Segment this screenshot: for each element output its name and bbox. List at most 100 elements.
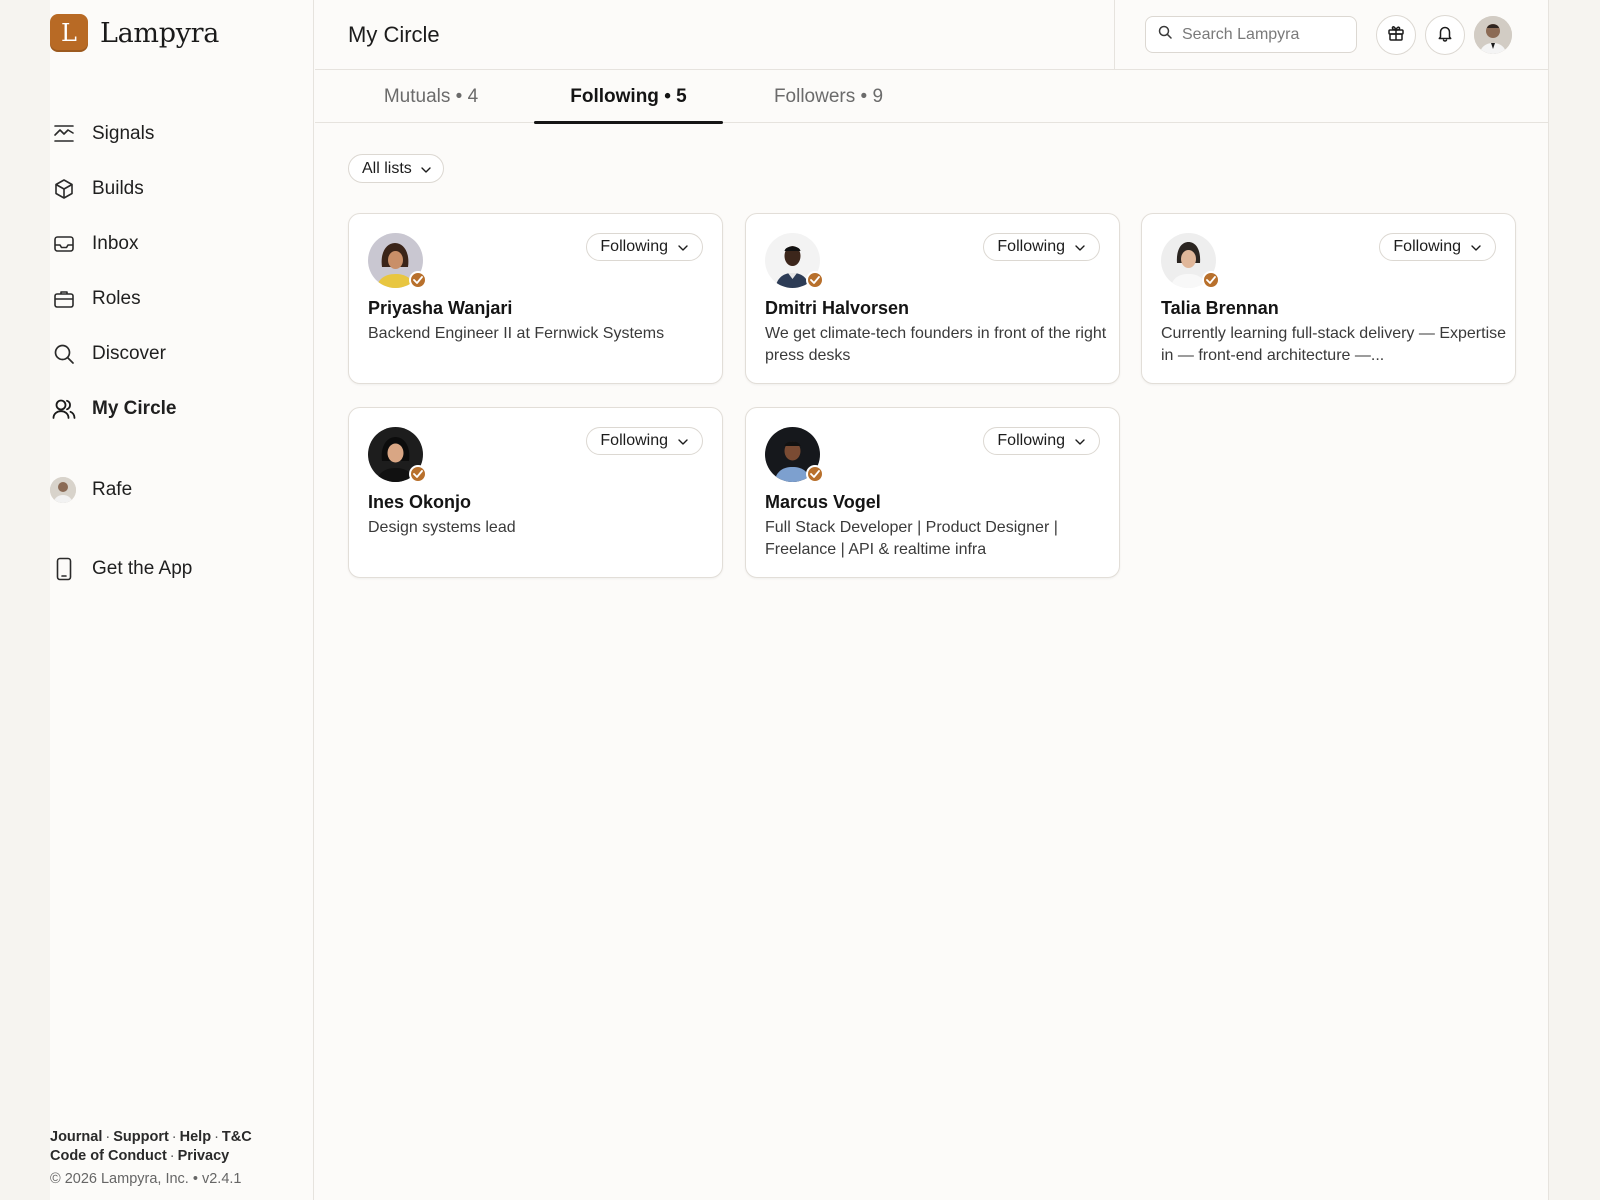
- copyright: © 2026 Lampyra, Inc. • v2.4.1: [50, 1171, 242, 1187]
- profile-bio: Backend Engineer II at Fernwick Systems: [368, 325, 665, 342]
- gift-button[interactable]: [1376, 15, 1416, 55]
- card-avatar[interactable]: [765, 427, 824, 483]
- following-dropdown-button[interactable]: Following: [1379, 233, 1496, 261]
- sidebar-item-builds[interactable]: Builds: [50, 161, 314, 216]
- card-avatar[interactable]: [368, 233, 427, 289]
- logo-mark: L: [50, 14, 88, 52]
- search-box[interactable]: [1145, 16, 1357, 53]
- sidebar-item-inbox[interactable]: Inbox: [50, 216, 314, 271]
- profile-bio: We get climate-tech founders in front of…: [765, 325, 1107, 364]
- gift-icon: [1387, 24, 1405, 47]
- following-label: Following: [600, 238, 668, 255]
- phone-icon: [52, 557, 76, 581]
- filter-label: All lists: [362, 159, 412, 177]
- sidebar-item-profile[interactable]: Rafe: [50, 462, 132, 517]
- following-dropdown-button[interactable]: Following: [983, 427, 1100, 455]
- profile-bio: Design systems lead: [368, 519, 516, 536]
- tab-label: Following: [570, 85, 659, 107]
- profile-card[interactable]: Following Priyasha Wanjari Backend Engin…: [348, 213, 723, 384]
- following-label: Following: [600, 432, 668, 449]
- footer-link-code-of-conduct[interactable]: Code of Conduct: [50, 1148, 167, 1164]
- sidebar-item-discover[interactable]: Discover: [50, 326, 314, 381]
- bell-icon: [1436, 24, 1454, 47]
- users-icon: [52, 397, 76, 421]
- footer-link-privacy[interactable]: Privacy: [178, 1148, 230, 1164]
- app-shell: L Lampyra Signals Builds Inbox Roles Dis…: [50, 0, 1549, 1200]
- page-title: My Circle: [348, 22, 440, 47]
- sidebar-item-label: Signals: [92, 122, 155, 144]
- separator-dot: ·: [214, 1129, 219, 1145]
- signals-icon: [52, 122, 76, 146]
- tab-label: Followers: [773, 85, 856, 107]
- verified-badge-icon: [806, 271, 824, 289]
- sidebar-item-my-circle[interactable]: My Circle: [50, 381, 314, 436]
- sidebar-item-label: Discover: [92, 342, 166, 364]
- search-input[interactable]: [1182, 25, 1342, 44]
- sidebar-item-label: My Circle: [92, 397, 177, 419]
- profile-name[interactable]: Marcus Vogel: [765, 492, 881, 513]
- chevron-down-icon: [421, 160, 431, 178]
- cube-icon: [52, 177, 76, 201]
- list-filter-dropdown[interactable]: All lists: [348, 154, 444, 183]
- profile-card[interactable]: Following Talia Brennan Currently learni…: [1141, 213, 1516, 384]
- card-avatar[interactable]: [765, 233, 824, 289]
- separator-dot: ·: [169, 1148, 175, 1164]
- following-label: Following: [997, 238, 1065, 255]
- sidebar-item-label: Builds: [92, 177, 144, 199]
- profile-name[interactable]: Dmitri Halvorsen: [765, 298, 909, 319]
- footer-link-support[interactable]: Support: [113, 1129, 169, 1145]
- sidebar: L Lampyra Signals Builds Inbox Roles Dis…: [50, 0, 314, 1200]
- tab-following[interactable]: Following • 5: [534, 70, 723, 124]
- chevron-down-icon: [1075, 238, 1085, 256]
- brand-name: Lampyra: [100, 17, 220, 49]
- footer-link-tc[interactable]: T&C: [222, 1129, 252, 1145]
- profile-name[interactable]: Priyasha Wanjari: [368, 298, 512, 319]
- circle-tabs: Mutuals • 4 Following • 5 Followers • 9: [315, 70, 1549, 124]
- inbox-icon: [52, 232, 76, 256]
- card-avatar[interactable]: [368, 427, 427, 483]
- profile-name: Rafe: [92, 478, 133, 500]
- card-avatar[interactable]: [1161, 233, 1220, 289]
- verified-badge-icon: [806, 465, 824, 483]
- divider: [1114, 0, 1115, 70]
- footer-link-journal[interactable]: Journal: [50, 1129, 102, 1145]
- tab-count: 5: [676, 85, 687, 107]
- sidebar-item-label: Roles: [92, 287, 141, 309]
- following-dropdown-button[interactable]: Following: [586, 427, 703, 455]
- tab-followers[interactable]: Followers • 9: [744, 70, 913, 123]
- brand-logo[interactable]: L Lampyra: [50, 14, 219, 52]
- search-icon: [52, 342, 76, 366]
- sidebar-nav: Signals Builds Inbox Roles Discover My C…: [50, 106, 314, 436]
- separator-dot: ·: [171, 1129, 177, 1145]
- following-dropdown-button[interactable]: Following: [983, 233, 1100, 261]
- footer-link-help[interactable]: Help: [180, 1129, 211, 1145]
- profile-name[interactable]: Talia Brennan: [1161, 298, 1279, 319]
- profile-card[interactable]: Following Marcus Vogel Full Stack Develo…: [745, 407, 1120, 578]
- tab-mutuals[interactable]: Mutuals • 4: [348, 70, 514, 123]
- verified-badge-icon: [409, 465, 427, 483]
- sidebar-item-label: Inbox: [92, 232, 139, 254]
- following-label: Following: [1393, 238, 1461, 255]
- get-app-label: Get the App: [92, 557, 193, 579]
- verified-badge-icon: [409, 271, 427, 289]
- profile-bio: Full Stack Developer | Product Designer …: [765, 519, 1058, 558]
- profile-bio: Currently learning full-stack delivery —…: [1161, 325, 1506, 364]
- tab-count: 4: [467, 85, 479, 107]
- get-app-link[interactable]: Get the App: [50, 541, 192, 596]
- briefcase-icon: [52, 287, 76, 311]
- following-dropdown-button[interactable]: Following: [586, 233, 703, 261]
- top-bar: My Circle: [315, 0, 1549, 70]
- sidebar-footer: Journal · Support · Help · T&C Code of Conduct…: [50, 1128, 252, 1189]
- verified-badge-icon: [1202, 271, 1220, 289]
- chevron-down-icon: [1075, 432, 1085, 450]
- profile-card[interactable]: Following Ines Okonjo Design systems lea…: [348, 407, 723, 578]
- user-avatar[interactable]: [1474, 16, 1512, 54]
- sidebar-item-roles[interactable]: Roles: [50, 271, 314, 326]
- tab-count: 9: [872, 85, 884, 107]
- notifications-button[interactable]: [1425, 15, 1465, 55]
- avatar: [50, 476, 76, 503]
- sidebar-item-signals[interactable]: Signals: [50, 106, 314, 161]
- profile-card[interactable]: Following Dmitri Halvorsen We get climat…: [745, 213, 1120, 384]
- profile-name[interactable]: Ines Okonjo: [368, 492, 471, 513]
- chevron-down-icon: [678, 238, 688, 256]
